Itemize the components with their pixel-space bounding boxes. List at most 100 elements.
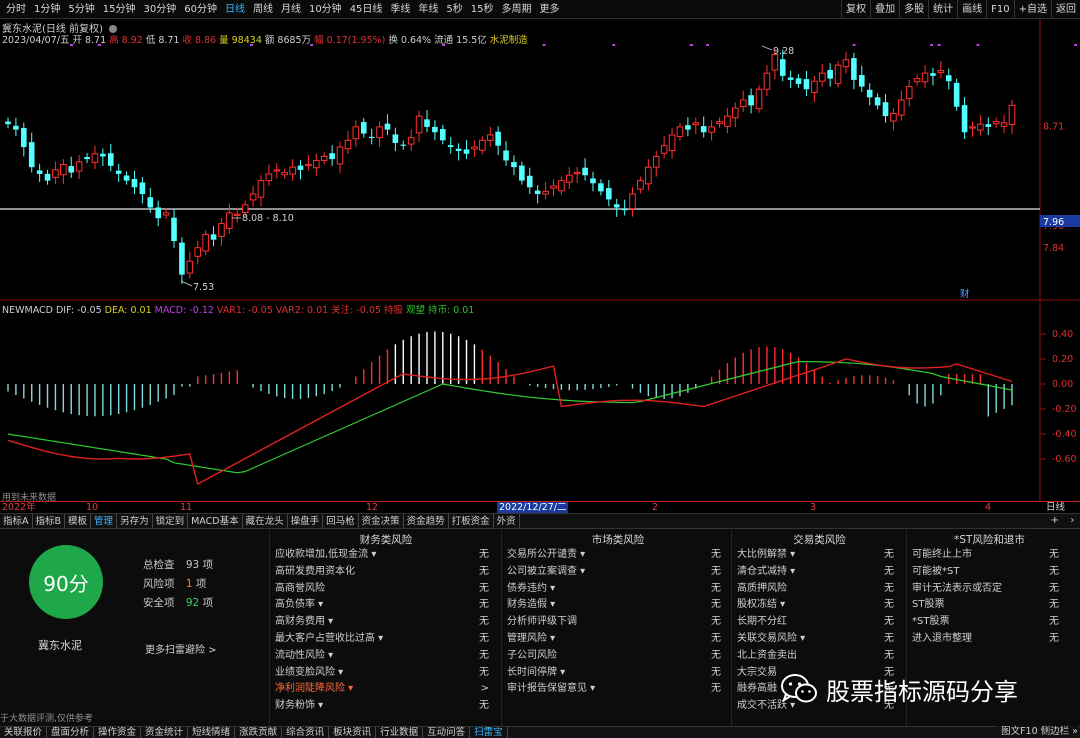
risk-row[interactable]: 高研发费用资本化 无 <box>275 564 497 581</box>
toolbar-button[interactable]: F10 <box>986 0 1013 19</box>
risk-row[interactable]: 审计无法表示或否定 无 <box>912 581 1067 598</box>
period-tab[interactable]: 45日线 <box>346 0 387 19</box>
risk-row[interactable]: 高负债率 ▾ 无 <box>275 597 497 614</box>
bottom-tab[interactable]: 互动问答 <box>423 727 471 738</box>
risk-row[interactable]: 流动性风险 ▾ 无 <box>275 648 497 665</box>
toolbar-button[interactable]: 返回 <box>1051 0 1080 19</box>
more-scan-link[interactable]: 更多扫雷避险 > <box>145 641 217 656</box>
f10-sidebar-link[interactable]: 图文F10 侧边栏 » <box>997 726 1078 738</box>
risk-row[interactable]: 长期不分红 无 <box>737 614 902 631</box>
candle-down <box>36 170 43 174</box>
indicator-tab[interactable]: 资金趋势 <box>404 513 449 529</box>
finance-marker[interactable]: 财 <box>960 288 970 300</box>
bottom-tab[interactable]: 盘面分析 <box>47 727 95 738</box>
indicator-tab[interactable]: 资金决策 <box>359 513 404 529</box>
risk-row[interactable]: 管理风险 ▾ 无 <box>507 631 729 648</box>
bottom-tab[interactable]: 综合资讯 <box>282 727 330 738</box>
macd-chart[interactable]: 0.40 0.20 0.00 -0.20 -0.40 -0.60 <box>0 301 1080 501</box>
indicator-tab[interactable]: 模板 <box>65 513 92 529</box>
indicator-tab[interactable]: 指标B <box>33 513 66 529</box>
period-tab[interactable]: 更多 <box>536 0 564 19</box>
risk-row[interactable]: 北上资金卖出 无 <box>737 648 902 665</box>
bottom-tab[interactable]: 短线情绪 <box>188 727 236 738</box>
indicator-tab[interactable]: 外资 <box>494 513 520 529</box>
risk-item-value: 无 <box>884 616 894 628</box>
risk-row[interactable]: 高财务费用 ▾ 无 <box>275 614 497 631</box>
indicator-tab[interactable]: 藏在龙头 <box>243 513 288 529</box>
period-tab[interactable]: 5分钟 <box>64 0 98 19</box>
risk-item-label: 北上资金卖出 <box>737 649 797 661</box>
risk-row[interactable]: 交易所公开谴责 ▾ 无 <box>507 547 729 564</box>
risk-row[interactable]: 可能被*ST 无 <box>912 564 1067 581</box>
risk-row[interactable]: 最大客户占营收比过高 ▾ 无 <box>275 631 497 648</box>
candle-down <box>961 105 968 133</box>
candle-down <box>613 204 620 208</box>
risk-row[interactable]: 财务粉饰 ▾ 无 <box>275 698 497 715</box>
bottom-tab[interactable]: 关联报价 <box>0 727 48 738</box>
bottom-tab[interactable]: 板块资讯 <box>329 727 377 738</box>
toolbar-button[interactable]: 叠加 <box>870 0 899 19</box>
period-tab[interactable]: 5秒 <box>442 0 466 19</box>
candle-down <box>400 144 407 146</box>
period-tab[interactable]: 30分钟 <box>139 0 180 19</box>
risk-row[interactable]: 进入退市整理 无 <box>912 631 1067 648</box>
period-tab[interactable]: 分时 <box>2 0 30 19</box>
bottom-tab[interactable]: 行业数据 <box>376 727 424 738</box>
industry-label[interactable]: 水泥制造 <box>490 35 528 46</box>
risk-row[interactable]: 关联交易风险 ▾ 无 <box>737 631 902 648</box>
toolbar-button[interactable]: 画线 <box>957 0 986 19</box>
risk-row[interactable]: 长时间停牌 ▾ 无 <box>507 665 729 682</box>
indicator-tab[interactable]: 指标A <box>0 513 33 529</box>
bottom-tab[interactable]: 涨跌贡献 <box>235 727 283 738</box>
toolbar-button[interactable]: 复权 <box>841 0 870 19</box>
indicator-tab[interactable]: 管理 <box>91 513 118 529</box>
period-tab[interactable]: 年线 <box>414 0 442 19</box>
toolbar-button[interactable]: 多股 <box>899 0 928 19</box>
chevron-right-icon[interactable]: › <box>1070 515 1074 526</box>
indicator-tab[interactable]: 回马枪 <box>323 513 359 529</box>
risk-row[interactable]: 股权冻结 ▾ 无 <box>737 597 902 614</box>
period-tab[interactable]: 月线 <box>277 0 305 19</box>
toolbar-button[interactable]: 统计 <box>928 0 957 19</box>
open-value: 8.71 <box>84 35 107 46</box>
period-tab[interactable]: 季线 <box>386 0 414 19</box>
indicator-tab[interactable]: 另存为 <box>117 513 153 529</box>
period-tab[interactable]: 10分钟 <box>305 0 346 19</box>
risk-row[interactable]: 业绩变脸风险 ▾ 无 <box>275 665 497 682</box>
add-icon[interactable]: + <box>1051 515 1059 526</box>
macd-label: MACD: <box>154 305 187 316</box>
period-tab[interactable]: 周线 <box>249 0 277 19</box>
candlestick-chart[interactable]: 8.717.967.847.969.287.538.08 - 8.10财 <box>0 19 1080 301</box>
risk-row[interactable]: 分析师评级下调 无 <box>507 614 729 631</box>
indicator-tab[interactable]: 操盘手 <box>288 513 324 529</box>
risk-row[interactable]: 债券违约 ▾ 无 <box>507 581 729 598</box>
risk-row[interactable]: 应收款增加,低现金流 ▾ 无 <box>275 547 497 564</box>
risk-row[interactable]: 清仓式减持 ▾ 无 <box>737 564 902 581</box>
risk-row[interactable]: 净利润陡降风险 ▾ > <box>275 681 497 698</box>
period-tab[interactable]: 日线 <box>221 0 249 19</box>
bottom-tab[interactable]: 资金统计 <box>141 727 189 738</box>
high-marker: 9.28 <box>773 46 794 57</box>
risk-row[interactable]: ST股票 无 <box>912 597 1067 614</box>
period-tab[interactable]: 15分钟 <box>99 0 140 19</box>
risk-row[interactable]: 审计报告保留意见 ▾ 无 <box>507 681 729 698</box>
period-tab[interactable]: 1分钟 <box>30 0 64 19</box>
indicator-tab[interactable]: 打板资金 <box>449 513 494 529</box>
risk-row[interactable]: 财务造假 ▾ 无 <box>507 597 729 614</box>
bottom-tab[interactable]: 扫雷宝 <box>470 727 508 738</box>
toolbar-button[interactable]: +自选 <box>1013 0 1051 19</box>
risk-row[interactable]: 高质押风险 无 <box>737 581 902 598</box>
risk-row[interactable]: *ST股票 无 <box>912 614 1067 631</box>
risk-row[interactable]: 子公司风险 无 <box>507 648 729 665</box>
period-tab[interactable]: 多周期 <box>498 0 536 19</box>
indicator-tab[interactable]: 锁定到 <box>153 513 189 529</box>
risk-row[interactable]: 公司被立案调查 ▾ 无 <box>507 564 729 581</box>
period-tab[interactable]: 60分钟 <box>180 0 221 19</box>
risk-row[interactable]: 可能终止上市 无 <box>912 547 1067 564</box>
period-tab[interactable]: 15秒 <box>467 0 498 19</box>
risk-row[interactable]: 大比例解禁 ▾ 无 <box>737 547 902 564</box>
disclaimer: 于大数据评测,仅供参考 <box>0 714 93 724</box>
risk-row[interactable]: 高商誉风险 无 <box>275 581 497 598</box>
indicator-tab[interactable]: MACD基本 <box>188 513 243 529</box>
bottom-tab[interactable]: 操作资金 <box>94 727 142 738</box>
